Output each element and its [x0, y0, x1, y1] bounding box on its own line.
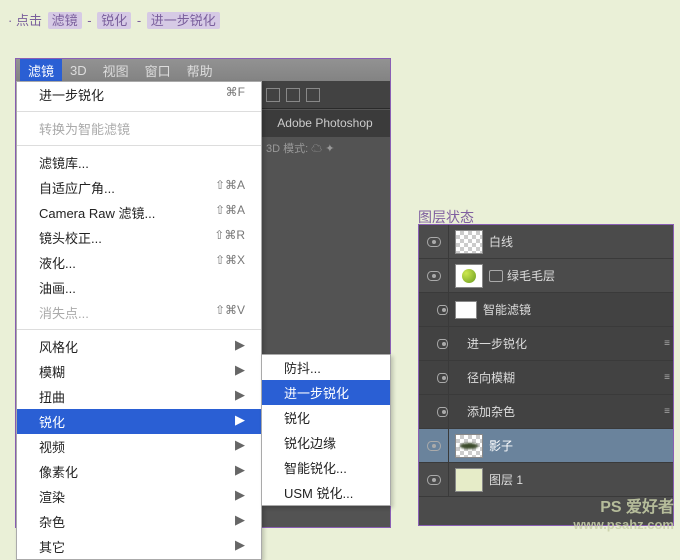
menu-item-blur[interactable]: 模糊▶: [17, 359, 261, 384]
menu-bar: 滤镜 3D 视图 窗口 帮助: [16, 59, 390, 81]
options-bar: [260, 81, 390, 109]
visibility-icon[interactable]: [427, 271, 441, 281]
visibility-icon[interactable]: [427, 441, 441, 451]
visibility-icon[interactable]: [427, 475, 441, 485]
menu-item-convert-smart: 转换为智能滤镜: [17, 116, 261, 141]
menu-help[interactable]: 帮助: [179, 59, 221, 82]
layer-name: 智能滤镜: [483, 301, 673, 318]
layer-row[interactable]: 径向模糊 ≡: [419, 361, 673, 395]
menu-item-usm[interactable]: USM 锐化...: [262, 480, 390, 505]
filter-options-icon[interactable]: ≡: [664, 406, 669, 417]
chevron-right-icon: ▶: [235, 412, 245, 431]
layer-row[interactable]: 添加杂色 ≡: [419, 395, 673, 429]
tool-icon[interactable]: [266, 88, 280, 102]
chevron-right-icon: ▶: [235, 387, 245, 406]
menu-item-sharpen-basic[interactable]: 锐化: [262, 405, 390, 430]
menu-item-oil[interactable]: 油画...: [17, 275, 261, 300]
link-icon: [489, 270, 503, 282]
chevron-right-icon: ▶: [235, 437, 245, 456]
chevron-right-icon: ▶: [235, 512, 245, 531]
chevron-right-icon: ▶: [235, 362, 245, 381]
tool-icon[interactable]: [306, 88, 320, 102]
menu-3d[interactable]: 3D: [62, 61, 95, 80]
filter-mask-thumb: [455, 301, 477, 319]
layer-name: 绿毛毛层: [507, 267, 673, 284]
layer-name: 添加杂色: [449, 403, 664, 420]
layer-row[interactable]: 智能滤镜: [419, 293, 673, 327]
menu-item-vanish: 消失点...⇧⌘V: [17, 300, 261, 325]
layer-row[interactable]: 进一步锐化 ≡: [419, 327, 673, 361]
menu-item-shake[interactable]: 防抖...: [262, 355, 390, 380]
menu-item-further-sharpen[interactable]: 进一步锐化: [262, 380, 390, 405]
filter-options-icon[interactable]: ≡: [664, 372, 669, 383]
options-3d-label: 3D 模式: ☁ ✦: [260, 137, 390, 159]
layer-row[interactable]: 绿毛毛层: [419, 259, 673, 293]
visibility-icon[interactable]: [437, 305, 448, 315]
instruction-line: · 点击 滤镜 - 锐化 - 进一步锐化: [8, 10, 222, 29]
chevron-right-icon: ▶: [235, 337, 245, 356]
chevron-right-icon: ▶: [235, 487, 245, 506]
tool-icon[interactable]: [286, 88, 300, 102]
layer-thumb: [455, 468, 483, 492]
visibility-icon[interactable]: [427, 237, 441, 247]
menu-item-filter-gallery[interactable]: 滤镜库...: [17, 150, 261, 175]
layer-thumb: [455, 264, 483, 288]
layers-panel: 白线 绿毛毛层 智能滤镜 进一步锐化 ≡ 径向模糊 ≡ 添加杂色 ≡ 影子 图层…: [418, 224, 674, 526]
menu-item-last-filter[interactable]: 进一步锐化⌘F: [17, 82, 261, 107]
menu-item-sharpen[interactable]: 锐化▶: [17, 409, 261, 434]
app-title: Adobe Photoshop: [260, 109, 390, 137]
layer-row[interactable]: 白线: [419, 225, 673, 259]
menu-item-video[interactable]: 视频▶: [17, 434, 261, 459]
watermark: PS 爱好者 www.psahz.com: [573, 498, 674, 533]
menu-item-smart-sharpen[interactable]: 智能锐化...: [262, 455, 390, 480]
menu-item-distort[interactable]: 扭曲▶: [17, 384, 261, 409]
layer-thumb: [455, 230, 483, 254]
menu-item-stylize[interactable]: 风格化▶: [17, 334, 261, 359]
visibility-icon[interactable]: [437, 373, 448, 383]
layer-name: 影子: [489, 437, 673, 454]
visibility-icon[interactable]: [437, 339, 448, 349]
layer-name: 白线: [489, 233, 673, 250]
filter-menu: 进一步锐化⌘F 转换为智能滤镜 滤镜库... 自适应广角...⇧⌘A Camer…: [16, 81, 262, 560]
menu-separator: [17, 329, 261, 330]
menu-item-pixelate[interactable]: 像素化▶: [17, 459, 261, 484]
layer-name: 径向模糊: [449, 369, 664, 386]
visibility-icon[interactable]: [437, 407, 448, 417]
menu-separator: [17, 111, 261, 112]
layer-row-selected[interactable]: 影子: [419, 429, 673, 463]
menu-item-sharpen-edges[interactable]: 锐化边缘: [262, 430, 390, 455]
menu-item-liquify[interactable]: 液化...⇧⌘X: [17, 250, 261, 275]
chevron-right-icon: ▶: [235, 462, 245, 481]
menu-window[interactable]: 窗口: [137, 59, 179, 82]
layer-thumb: [455, 434, 483, 458]
menu-filter[interactable]: 滤镜: [20, 59, 62, 82]
layer-name: 进一步锐化: [449, 335, 664, 352]
chevron-right-icon: ▶: [235, 537, 245, 556]
menu-item-render[interactable]: 渲染▶: [17, 484, 261, 509]
menu-separator: [17, 145, 261, 146]
filter-options-icon[interactable]: ≡: [664, 338, 669, 349]
menu-item-other[interactable]: 其它▶: [17, 534, 261, 559]
menu-view[interactable]: 视图: [95, 59, 137, 82]
menu-item-noise[interactable]: 杂色▶: [17, 509, 261, 534]
menu-item-camera-raw[interactable]: Camera Raw 滤镜...⇧⌘A: [17, 200, 261, 225]
sharpen-submenu: 防抖... 进一步锐化 锐化 锐化边缘 智能锐化... USM 锐化...: [261, 354, 391, 506]
layer-row[interactable]: 图层 1: [419, 463, 673, 497]
layer-name: 图层 1: [489, 471, 673, 488]
menu-item-adaptive[interactable]: 自适应广角...⇧⌘A: [17, 175, 261, 200]
menu-item-lens[interactable]: 镜头校正...⇧⌘R: [17, 225, 261, 250]
